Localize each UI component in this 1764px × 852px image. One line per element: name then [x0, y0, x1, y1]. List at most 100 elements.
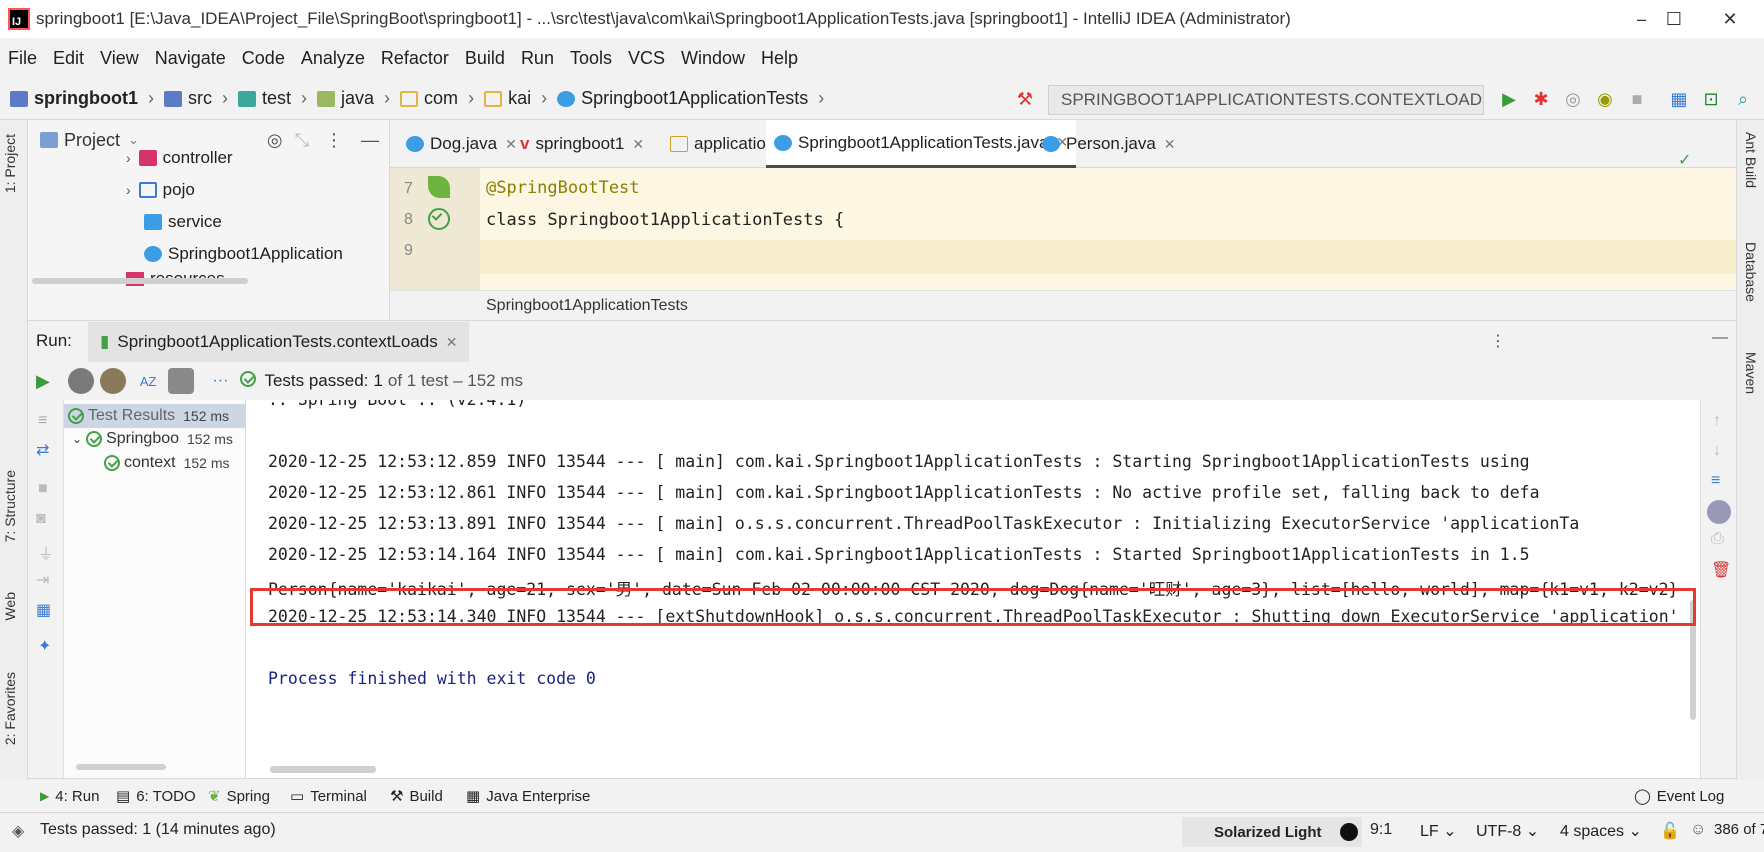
tab-dog-java[interactable]: Dog.java ✕ — [398, 120, 525, 168]
tab-springboot1[interactable]: v springboot1 ✕ — [512, 120, 652, 168]
build-hammer-icon[interactable]: ⚒ — [1014, 87, 1036, 111]
tool-tab-database[interactable]: Database — [1743, 242, 1759, 302]
camera-icon[interactable]: ◙ — [36, 510, 46, 528]
search-icon[interactable]: ⌕ — [1732, 87, 1754, 111]
locate-icon[interactable]: ◎ — [267, 130, 283, 151]
run-tab[interactable]: ▮ Springboot1ApplicationTests.contextLoa… — [88, 322, 470, 362]
menu-vcs[interactable]: VCS — [628, 48, 665, 69]
close-icon[interactable]: ✕ — [446, 334, 458, 351]
stop-icon[interactable]: ■ — [38, 480, 48, 498]
tool-tab-terminal[interactable]: ▭ Terminal — [290, 779, 367, 813]
inspector-icon[interactable]: ☺ — [1690, 821, 1706, 839]
spring-bean-icon[interactable] — [428, 176, 450, 198]
show-passed-icon[interactable] — [67, 368, 94, 394]
hide-panel-icon[interactable]: — — [1712, 329, 1728, 347]
scroll-to-end-icon[interactable] — [1707, 500, 1731, 524]
test-node-method[interactable]: context 152 ms — [104, 454, 230, 472]
menu-code[interactable]: Code — [242, 48, 285, 69]
breadcrumb-project[interactable]: springboot1 › — [10, 88, 154, 109]
more-options-icon[interactable]: ⋮ — [1490, 331, 1506, 351]
lock-icon[interactable]: 🔓 — [1660, 821, 1680, 841]
tool-tab-spring[interactable]: ❦ Spring — [208, 779, 270, 813]
collapse-icon[interactable]: ⤡ — [295, 130, 309, 151]
tool-tab-java-enterprise[interactable]: ▦ Java Enterprise — [466, 779, 590, 813]
tool-tab-web[interactable]: Web — [2, 592, 18, 621]
breadcrumb-java[interactable]: java › — [317, 88, 390, 109]
chevron-down-icon[interactable]: ⌄ — [128, 132, 139, 148]
run-icon[interactable]: ▶ — [1498, 87, 1520, 111]
theme-indicator[interactable]: Solarized Light — [1182, 817, 1362, 847]
breadcrumb-com[interactable]: com › — [400, 88, 474, 109]
project-structure-icon[interactable]: ▦ — [1668, 87, 1690, 111]
horizontal-scrollbar[interactable] — [270, 766, 376, 773]
up-arrow-icon[interactable]: ↑ — [1713, 412, 1721, 430]
sort-alphabetically-icon[interactable]: AZ — [140, 374, 157, 389]
tree-item-pojo[interactable]: › pojo — [126, 180, 195, 200]
code-line-8[interactable]: class Springboot1ApplicationTests { — [486, 210, 844, 230]
menu-window[interactable]: Window — [681, 48, 745, 69]
menu-refactor[interactable]: Refactor — [381, 48, 449, 69]
breadcrumb-test[interactable]: test › — [238, 88, 307, 109]
stop-icon[interactable]: ■ — [1626, 87, 1648, 111]
layers-icon[interactable]: ◈ — [12, 821, 24, 841]
terminal-icon[interactable]: ⊡ — [1700, 87, 1722, 111]
status-message[interactable]: Tests passed: 1 (14 minutes ago) — [40, 821, 276, 839]
menu-run[interactable]: Run — [521, 48, 554, 69]
menu-navigate[interactable]: Navigate — [155, 48, 226, 69]
maximize-button[interactable]: ☐ — [1646, 4, 1702, 34]
close-button[interactable]: ✕ — [1702, 4, 1758, 34]
tool-tab-maven[interactable]: Maven — [1743, 352, 1759, 394]
close-icon[interactable]: ✕ — [632, 136, 644, 153]
down-arrow-icon[interactable]: ↓ — [1713, 442, 1721, 460]
code-line-7[interactable]: @SpringBootTest — [486, 178, 640, 198]
debug-icon[interactable]: ✱ — [1530, 87, 1552, 111]
horizontal-scrollbar[interactable] — [76, 764, 166, 770]
menu-file[interactable]: File — [8, 48, 37, 69]
tool-tab-todo[interactable]: ▤ 6: TODO — [116, 779, 196, 813]
toggle-auto-test-icon[interactable]: ≡ — [38, 412, 47, 430]
profiler-icon[interactable]: ◉ — [1594, 87, 1616, 111]
tab-person-java[interactable]: Person.java ✕ — [1034, 120, 1184, 168]
menu-tools[interactable]: Tools — [570, 48, 612, 69]
plug-icon[interactable]: ⏚ — [38, 540, 54, 564]
memory-indicator[interactable]: 386 of 725M — [1714, 821, 1764, 838]
horizontal-scrollbar[interactable] — [32, 278, 248, 284]
breadcrumb-kai[interactable]: kai › — [484, 88, 547, 109]
tree-item-service[interactable]: service — [144, 212, 222, 232]
menu-help[interactable]: Help — [761, 48, 798, 69]
indent-setting[interactable]: 4 spaces ⌄ — [1560, 821, 1642, 841]
close-icon[interactable]: ✕ — [1164, 136, 1176, 153]
breadcrumb-class[interactable]: Springboot1ApplicationTests › — [557, 88, 824, 109]
tool-tab-build[interactable]: ⚒ Build — [390, 779, 443, 813]
print-icon[interactable]: ⎙ — [1711, 530, 1724, 548]
tool-tab-event-log[interactable]: ◯ Event Log — [1634, 779, 1724, 813]
more-icon[interactable]: ··· — [212, 372, 228, 390]
menu-view[interactable]: View — [100, 48, 139, 69]
tool-tab-favorites[interactable]: 2: Favorites — [2, 672, 18, 745]
run-configuration-select[interactable]: SPRINGBOOT1APPLICATIONTESTS.CONTEXTLOADS… — [1048, 85, 1484, 115]
rerun-icon[interactable]: ▶ — [36, 371, 50, 392]
caret-position[interactable]: 9:1 — [1370, 821, 1392, 839]
tool-tab-ant-build[interactable]: Ant Build — [1743, 132, 1759, 188]
layout-icon[interactable]: ▦ — [36, 600, 51, 620]
hide-icon[interactable]: — — [361, 130, 379, 151]
line-separator[interactable]: LF ⌄ — [1420, 821, 1457, 841]
breadcrumb-src[interactable]: src › — [164, 88, 228, 109]
exit-icon[interactable]: ⇥ — [36, 570, 49, 590]
run-test-gutter-icon[interactable] — [428, 208, 454, 235]
trash-icon[interactable]: 🗑 — [1711, 560, 1731, 580]
tool-tab-run[interactable]: ▶ 4: Run — [40, 779, 99, 813]
coverage-icon[interactable]: ◎ — [1562, 87, 1584, 111]
tree-item-controller[interactable]: › controller — [126, 148, 233, 168]
menu-analyze[interactable]: Analyze — [301, 48, 365, 69]
file-encoding[interactable]: UTF-8 ⌄ — [1476, 821, 1539, 841]
pin-icon[interactable]: ✦ — [38, 636, 51, 656]
tool-tab-project[interactable]: 1: Project — [2, 134, 18, 193]
tab-springboot1-application-tests[interactable]: Springboot1ApplicationTests.java ✕ — [766, 120, 1077, 168]
editor-breadcrumb[interactable]: Springboot1ApplicationTests — [390, 290, 1736, 320]
sort-by-duration-icon[interactable] — [168, 368, 195, 394]
show-ignored-icon[interactable] — [99, 368, 126, 394]
tool-tab-structure[interactable]: 7: Structure — [2, 470, 18, 542]
swap-icon[interactable]: ⇄ — [36, 440, 49, 460]
menu-edit[interactable]: Edit — [53, 48, 84, 69]
